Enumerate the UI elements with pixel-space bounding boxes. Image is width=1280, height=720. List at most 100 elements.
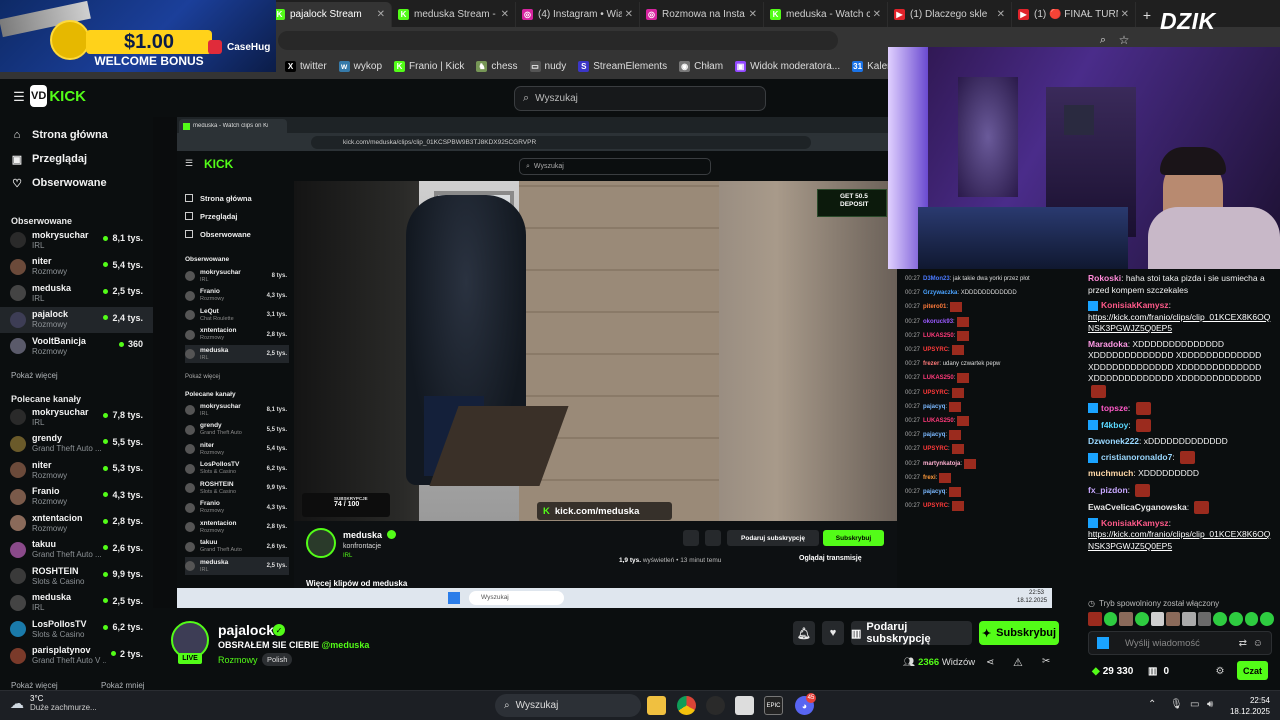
sidebar-channel[interactable]: mokrysuchar IRL 8,1 tys. xyxy=(0,227,153,253)
sidebar-channel[interactable]: xntentacion Rozmowy 2,8 tys. xyxy=(0,510,153,536)
live-dot-icon xyxy=(103,315,109,320)
sidebar-channel[interactable]: niter Rozmowy 5,3 tys. xyxy=(0,457,153,483)
chat-link[interactable]: https://kick.com/franio/clips/clip_01KCE… xyxy=(1088,312,1270,334)
bookmark-item[interactable]: ♞ chess xyxy=(476,61,518,72)
browser-tab[interactable]: Kmeduska - Watch clip✕ xyxy=(764,2,888,27)
gift-sub-button[interactable]: ▥ Podaruj subskrypcję xyxy=(851,621,972,645)
bookmark-label: nudy xyxy=(544,61,567,72)
channel-name[interactable]: pajalock xyxy=(218,622,274,638)
sidebar-channel[interactable]: VooltBanicja Rozmowy 360 xyxy=(0,333,153,359)
bookmark-icon: ♞ xyxy=(476,61,488,72)
bookmark-item[interactable]: ▣ Widok moderatora... xyxy=(735,61,840,72)
show-less[interactable]: Pokaż mniej xyxy=(101,681,145,690)
follow-button[interactable]: ♥ xyxy=(822,621,844,645)
browser-tab[interactable]: ◎ Rozmowa na Insta ✕ xyxy=(640,2,764,27)
show-more-recommended[interactable]: Pokaż więcej xyxy=(11,681,58,690)
chat-username[interactable]: topsze xyxy=(1101,402,1128,412)
browser-tab[interactable]: ◎ (4) Instagram • Wiado✕ xyxy=(516,2,640,27)
bookmark-label: Franio | Kick xyxy=(409,61,465,72)
subscribe-button[interactable]: ✦ Subskrybuj xyxy=(979,621,1059,645)
close-icon[interactable]: ✕ xyxy=(625,9,633,20)
sidebar-channel[interactable]: takuu Grand Theft Auto ... 2,6 tys. xyxy=(0,537,153,563)
bookmark-item[interactable]: Xtwitter xyxy=(285,61,327,72)
close-icon[interactable]: ✕ xyxy=(749,9,757,20)
bookmark-icon: w xyxy=(338,61,350,72)
obs-icon[interactable] xyxy=(706,696,725,715)
network-icon[interactable]: ▭ xyxy=(1190,699,1199,710)
sidebar-channel[interactable]: meduska IRL 2,5 tys. xyxy=(0,590,153,616)
bookmark-item[interactable]: ◉ Chłam xyxy=(679,61,723,72)
browser-tab[interactable]: ▶ (1) 🔴 FINAŁ TURNIE✕ xyxy=(1012,2,1136,27)
sidebar-channel[interactable]: grendy Grand Theft Auto ... 5,5 tys. xyxy=(0,431,153,457)
menu-icon[interactable]: ☰ xyxy=(12,89,26,104)
bookmark-item[interactable]: ▭ nudy xyxy=(529,61,567,72)
chat-username[interactable]: cristianoronaldo7 xyxy=(1101,452,1172,462)
volume-icon[interactable]: 🔊︎ xyxy=(1207,699,1213,710)
weather-widget[interactable]: ☁ 3°C Duże zachmurze... xyxy=(10,694,97,712)
mic-icon[interactable]: 🎙︎ xyxy=(1170,699,1183,710)
sidebar-channel[interactable]: LosPollosTV Slots & Casino 6,2 tys. xyxy=(0,616,153,642)
app-icon[interactable] xyxy=(735,696,754,715)
chat-username[interactable]: fx_pizdon xyxy=(1088,484,1128,494)
chat-username[interactable]: Dzwonek222 xyxy=(1088,436,1139,446)
emoji-icon[interactable]: ☺ xyxy=(1253,638,1263,649)
chrome-icon[interactable] xyxy=(677,696,696,715)
chat-username[interactable]: Maradoka xyxy=(1088,339,1128,349)
explorer-icon[interactable] xyxy=(647,696,666,715)
nav-item[interactable]: ⌂ Strona główna xyxy=(0,123,153,147)
chat-username[interactable]: EwaCvelicaCyganowska xyxy=(1088,501,1187,511)
chat-username[interactable]: muchmuch xyxy=(1088,468,1133,478)
report-icon[interactable]: ⚠ xyxy=(1013,656,1023,669)
stream-category[interactable]: Rozmowy xyxy=(218,655,258,665)
sidebar-channel[interactable]: parisplatynov Grand Theft Auto V ... 2 tys… xyxy=(0,643,153,669)
sidebar-channel[interactable]: ROSHTEIN Slots & Casino 9,9 tys. xyxy=(0,563,153,589)
epic-games-icon[interactable]: EPIC xyxy=(764,696,783,715)
taskbar-search[interactable]: ⌕ Wyszukaj xyxy=(495,694,641,717)
tray-chevron-icon[interactable]: ⌃ xyxy=(1148,699,1156,710)
chat-username[interactable]: KonisiakKamysz xyxy=(1101,300,1169,310)
close-icon[interactable]: ✕ xyxy=(377,9,385,20)
close-icon[interactable]: ✕ xyxy=(1121,9,1129,20)
chat-username[interactable]: Rokoski xyxy=(1088,273,1121,283)
viewer-count: 2,5 tys. xyxy=(103,596,143,606)
sidebar-channel[interactable]: Franio Rozmowy 4,3 tys. xyxy=(0,484,153,510)
bookmark-star-icon[interactable]: ☆ xyxy=(1116,32,1132,48)
bookmark-item[interactable]: S StreamElements xyxy=(578,61,667,72)
chat-link[interactable]: https://kick.com/franio/clips/clip_01KCE… xyxy=(1088,529,1270,551)
stream-tag[interactable]: Polish xyxy=(262,653,293,666)
close-icon[interactable]: ✕ xyxy=(997,9,1005,20)
chat-send-button[interactable]: Czat xyxy=(1237,661,1268,680)
browser-tab[interactable]: ▶ (1) Dlaczego skle ✕ xyxy=(888,2,1012,27)
kick-logo[interactable]: VD KICK xyxy=(30,83,86,109)
chat-username[interactable]: KonisiakKamysz xyxy=(1101,518,1169,528)
chat-input[interactable]: Wyślij wiadomość ⇄ ☺ xyxy=(1088,631,1272,655)
avatar xyxy=(185,310,195,320)
sidebar-channel[interactable]: meduska IRL 2,5 tys. xyxy=(0,280,153,306)
share-icon[interactable]: ⋖ xyxy=(986,657,994,668)
start-button[interactable] xyxy=(469,697,486,714)
sidebar-channel[interactable]: mokrysuchar IRL 7,8 tys. xyxy=(0,404,153,430)
notifications-button[interactable]: 🔔︎ xyxy=(793,621,815,645)
search-input[interactable]: ⌕ Wyszukaj xyxy=(514,86,766,111)
close-icon[interactable]: ✕ xyxy=(501,9,509,20)
taskbar-clock[interactable]: 22:54 18.12.2025 xyxy=(1222,695,1270,717)
sidebar-channel[interactable]: niter Rozmowy 5,4 tys. xyxy=(0,254,153,280)
translate-icon[interactable]: ⇄ xyxy=(1239,638,1247,649)
browser-tab[interactable]: Kmeduska Stream - W✕ xyxy=(392,2,516,27)
close-icon[interactable]: ✕ xyxy=(873,9,881,20)
bookmark-item[interactable]: K Franio | Kick xyxy=(394,61,464,72)
nav-label: Strona główna xyxy=(32,129,108,141)
address-field[interactable] xyxy=(278,31,838,50)
browser-tab[interactable]: Kpajalock Stream ✕ xyxy=(268,2,392,27)
bookmark-item[interactable]: w wykop xyxy=(338,61,382,72)
zoom-icon[interactable]: ⌕ xyxy=(1095,32,1111,48)
nav-item[interactable]: ♡ Obserwowane xyxy=(0,171,153,195)
emote-bar[interactable] xyxy=(1088,612,1275,628)
nav-item[interactable]: ▣ Przeglądaj xyxy=(0,147,153,171)
chat-username[interactable]: f4kboy xyxy=(1101,419,1128,429)
chat-settings-icon[interactable]: ⚙ xyxy=(1214,665,1226,677)
clip-icon[interactable]: ✂ xyxy=(1042,656,1050,667)
sidebar-channel[interactable]: pajalock Rozmowy 2,4 tys. xyxy=(0,306,153,333)
show-more-followed[interactable]: Pokaż więcej xyxy=(11,371,58,380)
new-tab-button[interactable]: + xyxy=(1136,2,1158,27)
